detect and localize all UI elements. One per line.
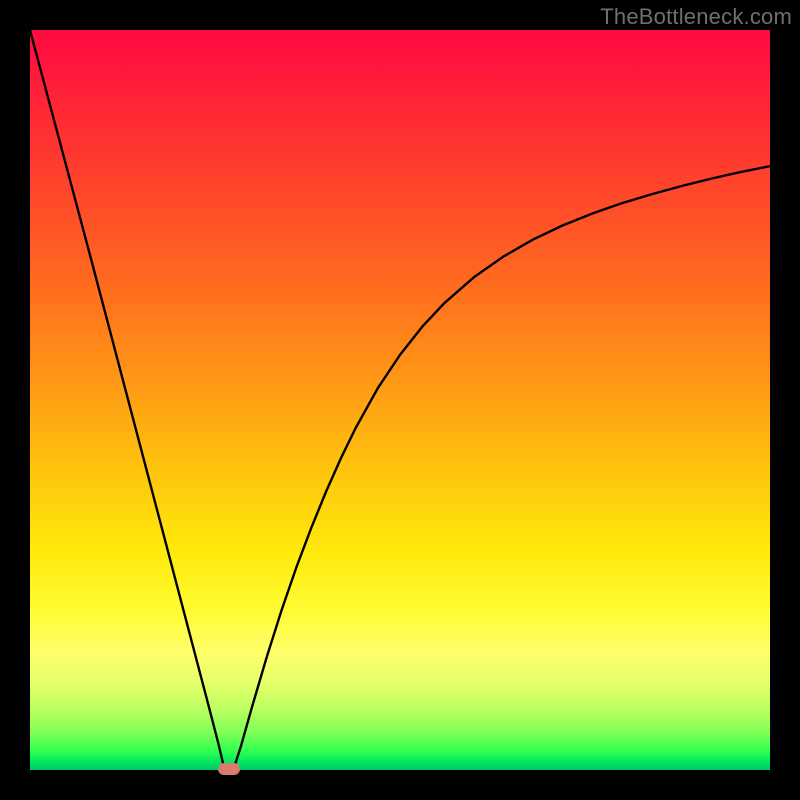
plot-area bbox=[30, 30, 770, 770]
minimum-marker bbox=[218, 763, 240, 775]
watermark-text: TheBottleneck.com bbox=[600, 4, 792, 30]
chart-frame: TheBottleneck.com bbox=[0, 0, 800, 800]
curve-right-branch bbox=[234, 166, 770, 767]
curve-svg bbox=[30, 30, 770, 770]
curve-left-branch bbox=[30, 30, 224, 767]
